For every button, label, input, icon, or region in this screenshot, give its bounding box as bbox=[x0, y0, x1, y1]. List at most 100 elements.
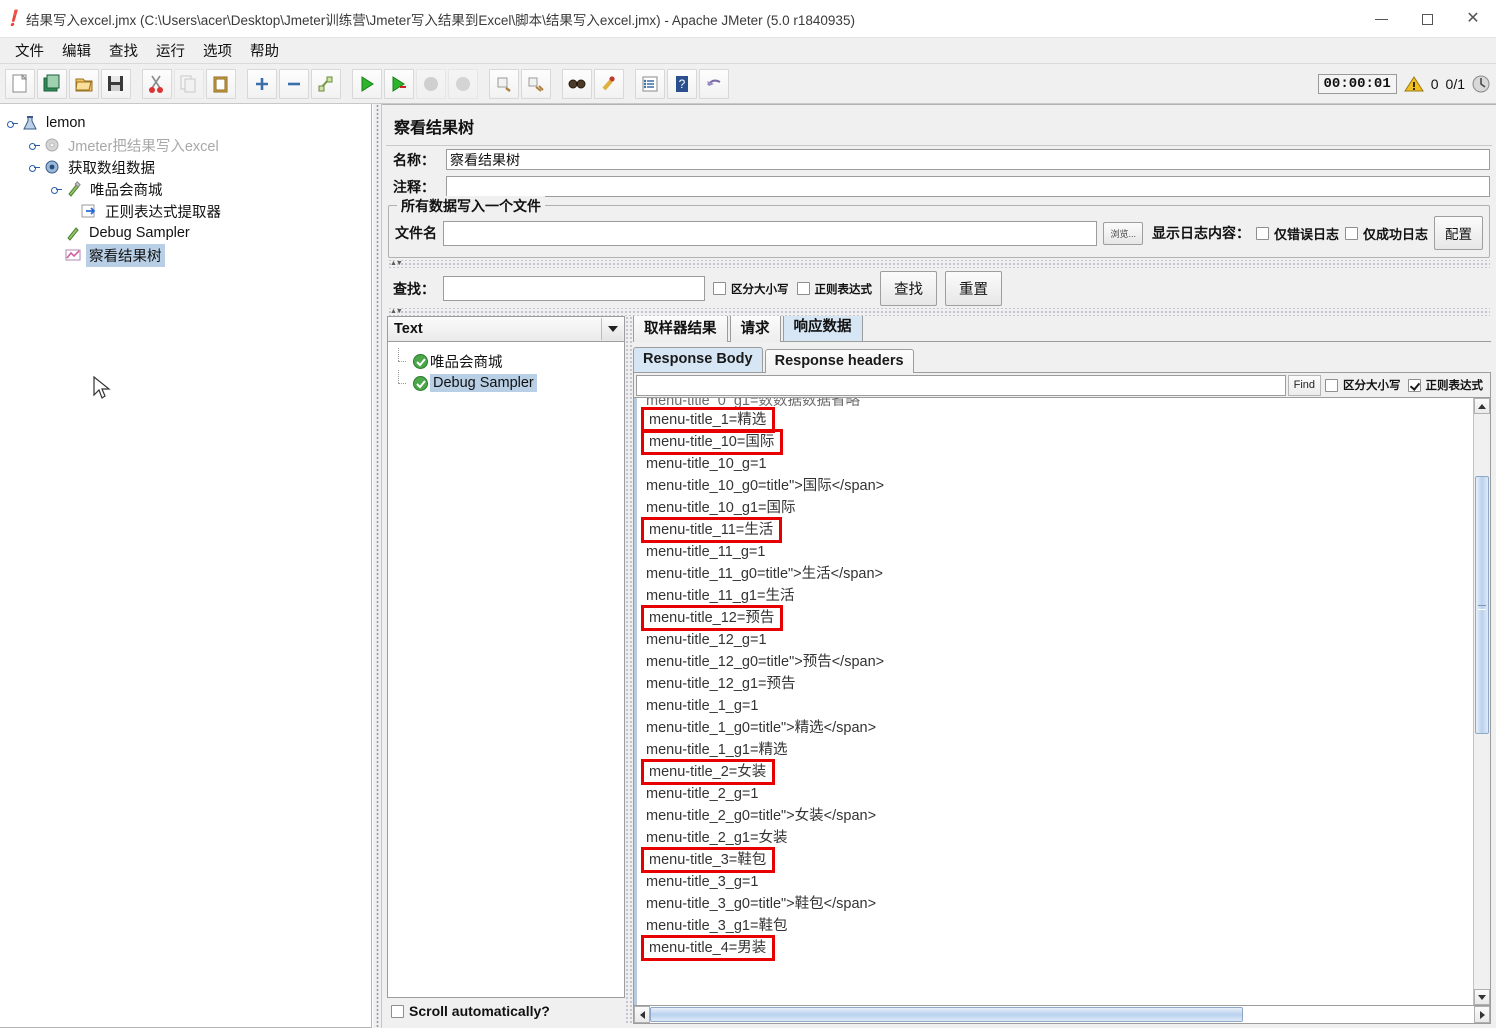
response-body-vscrollbar[interactable] bbox=[1473, 398, 1490, 1005]
list-item[interactable]: Debug Sampler bbox=[396, 370, 624, 394]
expand-handle-icon[interactable] bbox=[28, 161, 41, 174]
menu-run[interactable]: 运行 bbox=[147, 38, 194, 63]
success-only-checkbox[interactable]: 仅成功日志 bbox=[1344, 224, 1428, 243]
chevron-down-icon[interactable] bbox=[601, 318, 623, 340]
scroll-down-button[interactable] bbox=[1474, 989, 1490, 1005]
tree-node-thread-group-active[interactable]: 获取数组数据 bbox=[6, 156, 371, 178]
filename-input[interactable] bbox=[443, 220, 1098, 246]
paste-icon[interactable] bbox=[206, 68, 236, 99]
response-body-line-highlighted: menu-title_3=鞋包 bbox=[641, 847, 1473, 873]
reset-button[interactable]: 重置 bbox=[945, 271, 1002, 306]
search-match-case-checkbox[interactable]: 区分大小写 bbox=[713, 281, 789, 297]
response-body-viewer[interactable]: menu-title_0_g1=数数据数据省略 menu-title_1=精选 me… bbox=[633, 398, 1491, 1006]
main-splitter[interactable] bbox=[372, 104, 382, 1028]
tree-node-regex-extractor[interactable]: 正则表达式提取器 bbox=[6, 200, 371, 222]
scroll-right-button[interactable] bbox=[1474, 1006, 1490, 1023]
clear-all-icon[interactable] bbox=[521, 68, 551, 99]
menu-help[interactable]: 帮助 bbox=[241, 38, 288, 63]
test-plan-tree-pane[interactable]: lemon Jmeter把结果写入excel 获取数组数据 唯品会商城 正则表达… bbox=[0, 104, 372, 1028]
templates-icon[interactable] bbox=[37, 68, 67, 99]
expand-handle-icon[interactable] bbox=[28, 139, 41, 152]
sample-result-tree[interactable]: 唯品会商城 Debug Sampler bbox=[387, 342, 625, 998]
menu-search[interactable]: 查找 bbox=[100, 38, 147, 63]
find-regex-checkbox[interactable]: 正则表达式 bbox=[1407, 377, 1483, 393]
stop-icon[interactable] bbox=[416, 68, 446, 99]
test-plan-icon bbox=[20, 114, 40, 132]
new-icon[interactable] bbox=[5, 68, 35, 99]
sample-list-pane: Text 唯品会商城 Debug Sampler Scroll automati… bbox=[387, 316, 625, 1024]
expand-handle-icon[interactable] bbox=[6, 117, 19, 130]
menu-edit[interactable]: 编辑 bbox=[53, 38, 100, 63]
start-icon[interactable] bbox=[352, 68, 382, 99]
tree-node-http-sampler[interactable]: 唯品会商城 bbox=[6, 178, 371, 200]
browse-button[interactable]: 浏览... bbox=[1103, 221, 1143, 245]
search-regex-checkbox[interactable]: 正则表达式 bbox=[796, 281, 872, 297]
maximize-button[interactable] bbox=[1404, 0, 1450, 38]
status-circle-icon[interactable] bbox=[1472, 75, 1490, 93]
tab-response-data[interactable]: 响应数据 bbox=[782, 316, 863, 341]
close-button[interactable]: ✕ bbox=[1450, 0, 1496, 38]
search-input[interactable] bbox=[443, 276, 705, 301]
find-button[interactable]: Find bbox=[1287, 374, 1321, 396]
vscroll-thumb[interactable] bbox=[1475, 476, 1489, 734]
list-item[interactable]: 唯品会商城 bbox=[396, 348, 624, 372]
scroll-automatically-checkbox[interactable]: Scroll automatically? bbox=[391, 1003, 550, 1019]
response-body-line: menu-title_11_g=1 bbox=[646, 544, 766, 560]
tree-node-debug-sampler[interactable]: Debug Sampler bbox=[6, 222, 371, 244]
tab-response-body[interactable]: Response Body bbox=[633, 347, 763, 372]
clear-icon[interactable] bbox=[489, 68, 519, 99]
tab-response-headers[interactable]: Response headers bbox=[764, 349, 914, 373]
name-input[interactable] bbox=[446, 149, 1490, 170]
expand-handle-icon[interactable] bbox=[50, 183, 63, 196]
copy-icon[interactable] bbox=[174, 68, 204, 99]
results-splitter[interactable] bbox=[625, 316, 633, 1024]
scroll-left-button[interactable] bbox=[634, 1006, 650, 1023]
toolbar-status: 00:00:01 0 0/1 bbox=[1317, 69, 1490, 99]
lower-splitter[interactable]: ▲▼ bbox=[388, 308, 1490, 316]
annotation-box: menu-title_2=女装 bbox=[641, 759, 776, 785]
view-results-tree-icon bbox=[63, 246, 83, 264]
tab-request[interactable]: 请求 bbox=[729, 316, 781, 342]
reset-search-icon[interactable] bbox=[594, 68, 624, 99]
renderer-select[interactable]: Text bbox=[387, 316, 625, 342]
help-icon[interactable]: ? bbox=[667, 68, 697, 99]
view-results-tree-panel: 察看结果树 名称： 注释： 所有数据写入一个文件 文件名 浏览... 显示日志内… bbox=[382, 104, 1496, 1028]
menu-options[interactable]: 选项 bbox=[194, 38, 241, 63]
hscroll-track[interactable] bbox=[650, 1006, 1474, 1023]
start-no-pauses-icon[interactable] bbox=[384, 68, 414, 99]
save-icon[interactable] bbox=[101, 68, 131, 99]
find-input[interactable] bbox=[636, 374, 1286, 396]
response-body-line: menu-title_1_g0=title">精选</span> bbox=[646, 720, 877, 736]
function-helper-icon[interactable] bbox=[635, 68, 665, 99]
undo-icon[interactable] bbox=[699, 68, 729, 99]
response-body-hscrollbar[interactable] bbox=[633, 1006, 1491, 1024]
errors-only-checkbox[interactable]: 仅错误日志 bbox=[1255, 224, 1339, 243]
collapse-icon[interactable] bbox=[279, 68, 309, 99]
response-body-text[interactable]: menu-title_0_g1=数数据数据省略 menu-title_1=精选 me… bbox=[634, 398, 1473, 1005]
upper-splitter[interactable]: ▲▼ bbox=[388, 260, 1490, 268]
tree-node-thread-group-disabled[interactable]: Jmeter把结果写入excel bbox=[6, 134, 371, 156]
minimize-button[interactable] bbox=[1358, 0, 1404, 38]
hscroll-thumb[interactable] bbox=[650, 1007, 1244, 1022]
search-icon[interactable] bbox=[562, 68, 592, 99]
shutdown-icon[interactable] bbox=[448, 68, 478, 99]
checkbox-box bbox=[1325, 378, 1338, 392]
find-match-case-checkbox[interactable]: 区分大小写 bbox=[1325, 377, 1401, 393]
response-body-line: menu-title_10_g1=国际 bbox=[646, 500, 796, 516]
toggle-icon[interactable] bbox=[311, 68, 341, 99]
scroll-up-button[interactable] bbox=[1474, 398, 1490, 414]
tab-sampler-result[interactable]: 取样器结果 bbox=[633, 316, 728, 342]
warning-triangle-icon[interactable] bbox=[1403, 75, 1424, 93]
tree-node-view-results-tree[interactable]: 察看结果树 bbox=[6, 243, 371, 267]
cut-icon[interactable] bbox=[142, 68, 172, 99]
menu-file[interactable]: 文件 bbox=[6, 38, 53, 63]
open-icon[interactable] bbox=[69, 68, 99, 99]
search-button[interactable]: 查找 bbox=[880, 271, 937, 306]
comment-input[interactable] bbox=[446, 176, 1490, 197]
configure-button[interactable]: 配置 bbox=[1434, 216, 1483, 250]
response-body-line: menu-title_12_g1=预告 bbox=[646, 676, 796, 692]
tree-node-lemon[interactable]: lemon bbox=[6, 112, 371, 134]
test-plan-tree: lemon Jmeter把结果写入excel 获取数组数据 唯品会商城 正则表达… bbox=[0, 104, 371, 267]
renderer-selected-value: Text bbox=[394, 321, 423, 337]
expand-icon[interactable] bbox=[247, 68, 277, 99]
